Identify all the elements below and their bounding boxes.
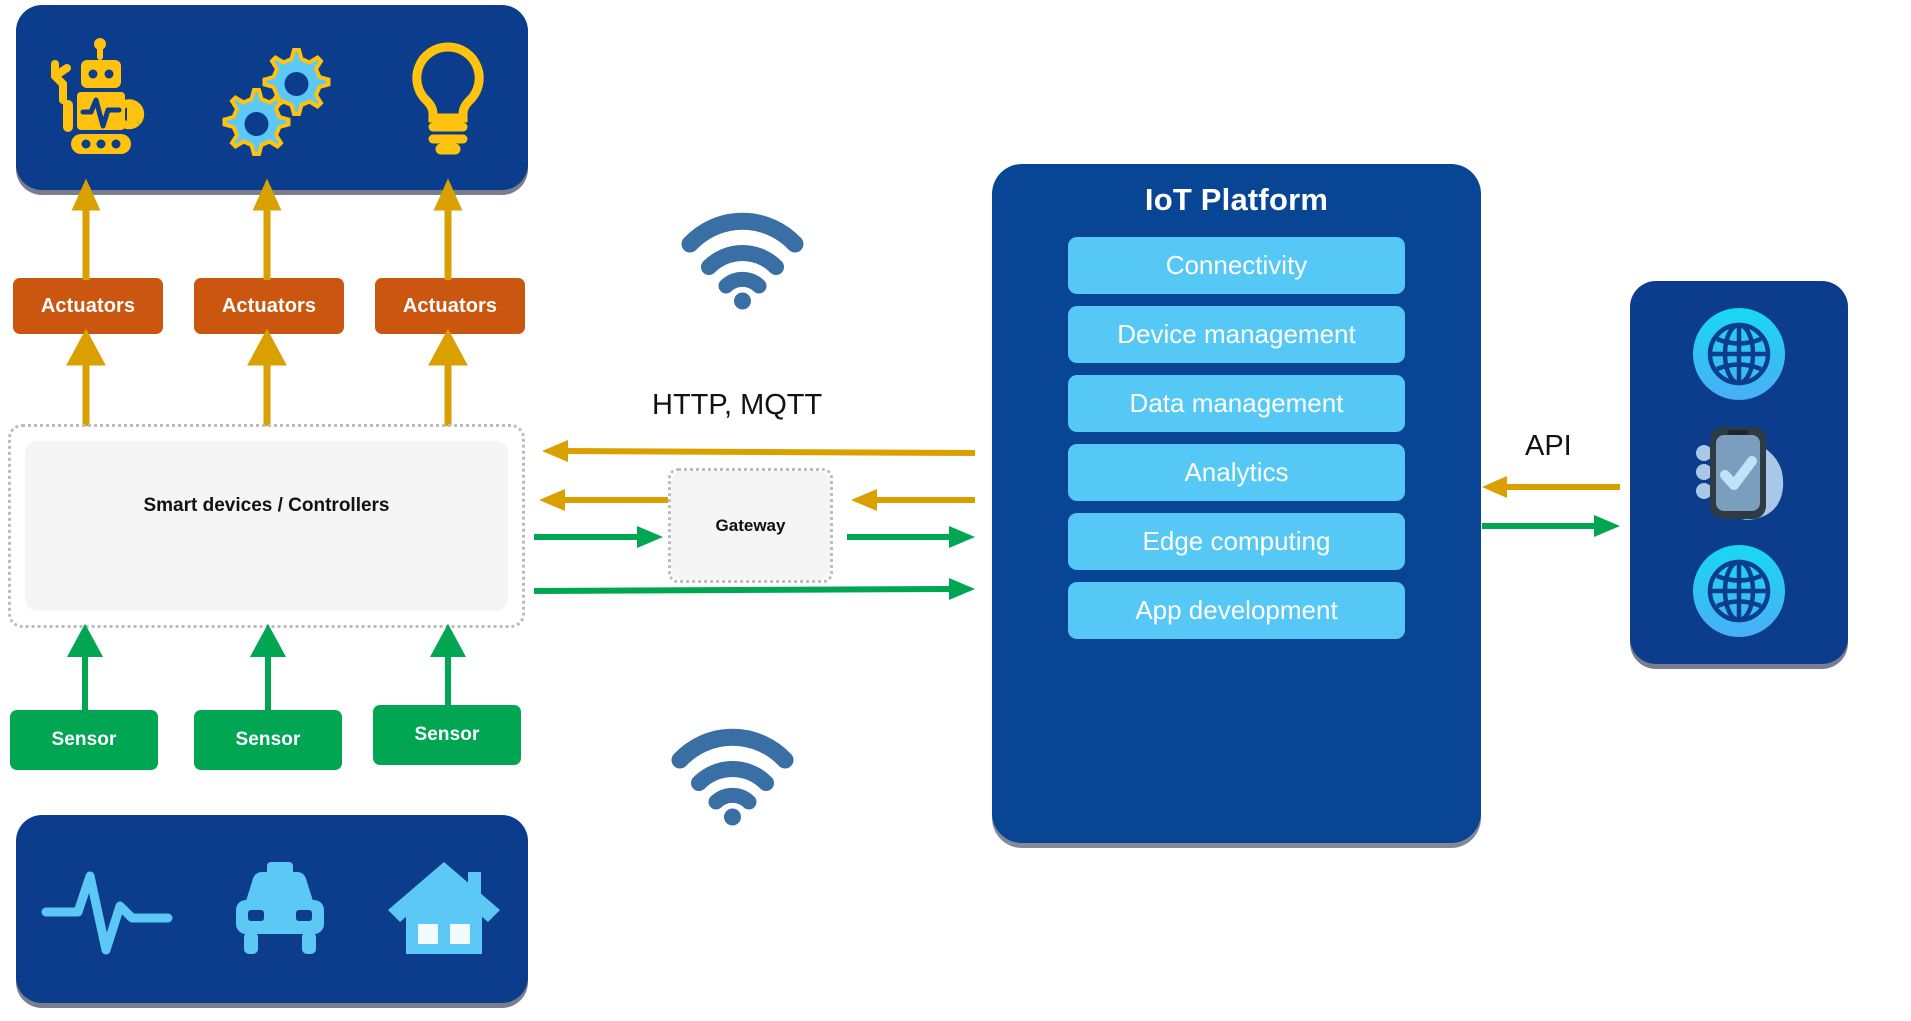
- lightbulb-icon: [393, 35, 503, 160]
- wifi-icon-bottom: [670, 726, 795, 826]
- devices-to-actuator-arrows: [66, 328, 468, 426]
- sensor-box-3: Sensor: [373, 705, 521, 765]
- gateway-label: Gateway: [715, 515, 786, 535]
- actuator-box-2: Actuators: [194, 278, 344, 334]
- mobile-app-icon: [1685, 417, 1793, 527]
- sensor-label: Sensor: [414, 724, 480, 745]
- api-label: API: [1525, 430, 1572, 462]
- platform-to-apps-response: [1482, 515, 1620, 537]
- home-icon: [384, 854, 504, 964]
- application-domain-icon-banner: [16, 815, 528, 1003]
- sensor-label: Sensor: [51, 729, 117, 750]
- service-connectivity[interactable]: Connectivity: [1068, 237, 1405, 294]
- platform-services-list: Connectivity Device management Data mana…: [992, 237, 1481, 639]
- gateway-card: Gateway: [671, 471, 830, 580]
- gears-icon: [212, 38, 342, 158]
- car-icon: [222, 854, 337, 964]
- platform-title: IoT Platform: [1144, 182, 1329, 217]
- actuator-label: Actuators: [40, 294, 136, 317]
- devices-to-gateway-uplink: [534, 526, 663, 548]
- robot-icon: [41, 37, 161, 158]
- sensor-box-1: Sensor: [10, 710, 158, 770]
- actuator-box-1: Actuators: [13, 278, 163, 334]
- smart-devices-card: Smart devices / Controllers: [25, 441, 508, 611]
- diagram-canvas: Actuators Actuators Actuators Smart devi…: [0, 0, 1911, 1021]
- smart-device-icon-banner: [16, 5, 528, 190]
- smart-devices-container: Smart devices / Controllers: [8, 424, 525, 628]
- gateway-container: Gateway: [668, 468, 833, 583]
- applications-panel: [1630, 281, 1848, 664]
- sensor-box-2: Sensor: [194, 710, 342, 770]
- service-analytics[interactable]: Analytics: [1068, 444, 1405, 501]
- platform-apps-flows: [1482, 476, 1620, 537]
- service-app-development[interactable]: App development: [1068, 582, 1405, 639]
- gateway-to-platform-uplink: [847, 526, 975, 548]
- wifi-icon-top: [680, 210, 805, 310]
- actuator-box-3: Actuators: [375, 278, 525, 334]
- actuator-label: Actuators: [402, 294, 498, 317]
- gateway-to-devices-downlink: [539, 489, 668, 511]
- actuator-to-banner-arrows: [71, 178, 463, 280]
- globe-icon: [1689, 541, 1789, 641]
- sensor-label: Sensor: [235, 729, 301, 750]
- service-data-management[interactable]: Data management: [1068, 375, 1405, 432]
- heartbeat-icon: [40, 854, 175, 964]
- iot-platform-panel: IoT Platform Connectivity Device managem…: [992, 164, 1481, 843]
- platform-to-gateway-downlink: [851, 489, 975, 511]
- smart-devices-label: Smart devices / Controllers: [143, 495, 390, 516]
- service-edge-computing[interactable]: Edge computing: [1068, 513, 1405, 570]
- apps-to-platform-request: [1482, 476, 1620, 498]
- platform-to-devices-downlink: [542, 440, 976, 462]
- globe-icon: [1689, 304, 1789, 404]
- service-device-management[interactable]: Device management: [1068, 306, 1405, 363]
- protocol-label: HTTP, MQTT: [652, 389, 823, 421]
- actuator-label: Actuators: [221, 294, 317, 317]
